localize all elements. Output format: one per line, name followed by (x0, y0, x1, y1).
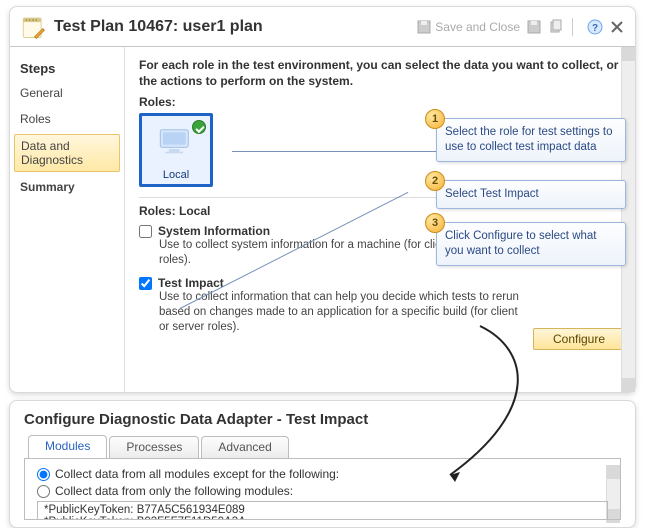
roles-label: Roles: (139, 95, 625, 109)
radio-label: Collect data from all modules except for… (55, 467, 339, 481)
svg-text:?: ? (592, 23, 598, 34)
callout-1: 1 Select the role for test settings to u… (436, 118, 626, 162)
callout-text: Select the role for test settings to use… (445, 126, 612, 153)
help-icon[interactable]: ? (587, 19, 603, 35)
save-close-label: Save and Close (435, 20, 520, 34)
callout-badge-2: 2 (425, 171, 445, 191)
scroll-up-icon[interactable] (622, 47, 635, 61)
sidebar: Steps General Roles Data and Diagnostics… (10, 47, 125, 392)
tab-modules[interactable]: Modules (28, 435, 107, 458)
callout-2: 2 Select Test Impact (436, 180, 626, 209)
sidebar-item-roles[interactable]: Roles (10, 106, 124, 132)
sidebar-item-general[interactable]: General (10, 80, 124, 106)
role-tile-local[interactable]: Local (139, 113, 213, 187)
monitor-icon (158, 128, 194, 156)
callout-text: Click Configure to select what you want … (445, 230, 596, 257)
save-and-close-button[interactable]: Save and Close (416, 19, 520, 35)
module-list[interactable]: *PublicKeyToken: B77A5C561934E089 *Publi… (37, 501, 608, 520)
close-icon[interactable] (609, 19, 625, 35)
save-icon-2[interactable] (526, 19, 542, 35)
module-line-1: *PublicKeyToken: B03F5F7F11D50A3A (44, 516, 601, 520)
scrollbar[interactable] (621, 47, 635, 392)
callout-badge-1: 1 (425, 109, 445, 129)
tab-advanced[interactable]: Advanced (201, 436, 288, 458)
separator (572, 18, 573, 36)
radio-all-except-input[interactable] (37, 468, 50, 481)
callout-text: Select Test Impact (445, 188, 539, 200)
tab-processes[interactable]: Processes (109, 436, 199, 458)
adapter-checkbox-sysinfo[interactable] (139, 225, 152, 238)
sidebar-item-summary[interactable]: Summary (10, 174, 124, 200)
callout-3: 3 Click Configure to select what you wan… (436, 222, 626, 266)
callout-badge-3: 3 (425, 213, 445, 233)
sidebar-item-data-diagnostics[interactable]: Data and Diagnostics (14, 134, 120, 172)
callout-leader-1 (232, 151, 436, 152)
radio-only-input[interactable] (37, 485, 50, 498)
adapter-title: System Information (158, 224, 270, 238)
sidebar-heading: Steps (10, 53, 124, 80)
adapter-title: Test Impact (158, 276, 224, 290)
checkmark-badge-icon (192, 120, 206, 134)
scroll-down-icon[interactable] (622, 378, 635, 392)
page-title: Test Plan 10467: user1 plan (54, 18, 410, 36)
radio-label: Collect data from only the following mod… (55, 484, 293, 498)
role-caption: Local (142, 169, 210, 181)
adapter-checkbox-testimpact[interactable] (139, 277, 152, 290)
panel-header: Test Plan 10467: user1 plan Save and Clo… (10, 7, 635, 47)
module-line-0: *PublicKeyToken: B77A5C561934E089 (44, 504, 601, 516)
intro-text: For each role in the test environment, y… (139, 57, 625, 89)
copy-icon[interactable] (548, 19, 564, 35)
save-icon (416, 19, 432, 35)
arrow-curve-icon (420, 320, 580, 490)
notepad-icon (20, 14, 46, 40)
